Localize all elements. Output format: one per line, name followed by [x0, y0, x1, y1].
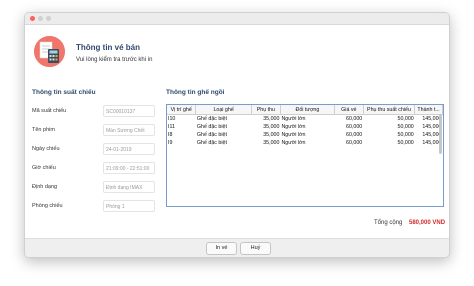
table-header-row: Vị trí ghế Loại ghế Phụ thu Đối tượng Gi… [167, 105, 443, 115]
show-surcharge-cell: 50,000 [397, 124, 414, 130]
surcharge-cell: 35,000 [263, 140, 280, 146]
total-value: 580,000 VND [409, 220, 446, 226]
audience-cell: Người lớn [281, 124, 306, 130]
ticket-dialog: Thông tin vé bán Vui lòng kiểm tra trước… [24, 12, 450, 258]
table-row[interactable]: I8 Ghế đặc biệt 35,000 Người lớn 60,000 … [167, 131, 443, 139]
showtime-id-field[interactable]: SC00010137 [103, 105, 155, 117]
price-cell: 60,000 [346, 124, 363, 130]
table-row[interactable]: I10 Ghế đặc biệt 35,000 Người lớn 60,000… [167, 115, 443, 124]
surcharge-cell: 35,000 [263, 132, 280, 138]
minimize-window-button[interactable] [38, 16, 43, 21]
seat-type-cell: Ghế đặc biệt [196, 132, 227, 138]
seat-type-cell: Ghế đặc biệt [196, 124, 227, 130]
ticket-calculator-icon [34, 36, 65, 67]
table-row[interactable]: I9 Ghế đặc biệt 35,000 Người lớn 60,000 … [167, 139, 443, 147]
dialog-footer: In vé Huỷ [25, 238, 449, 257]
column-header-surcharge[interactable]: Phụ thu [251, 105, 281, 115]
maximize-window-button[interactable] [46, 16, 51, 21]
table-row[interactable]: I11 Ghế đặc biệt 35,000 Người lớn 60,000… [167, 123, 443, 131]
cancel-button[interactable]: Huỷ [240, 242, 271, 255]
show-date-field[interactable]: 24-01-2019 [103, 143, 155, 155]
column-header-total[interactable]: Thành t... [414, 105, 443, 115]
column-header-show-surcharge[interactable]: Phụ thu suất chiếu [363, 105, 416, 115]
seat-type-cell: Ghế đặc biệt [196, 140, 227, 146]
seat-cell: I11 [168, 124, 175, 130]
movie-name-field[interactable]: Màn Sương Chết [103, 124, 155, 136]
show-surcharge-cell: 50,000 [397, 132, 414, 138]
format-field[interactable]: Định dạng IMAX [103, 181, 155, 193]
column-header-price[interactable]: Giá vé [334, 105, 364, 115]
show-time-field[interactable]: 21:09:00 - 22:51:00 [103, 162, 155, 174]
price-cell: 60,000 [346, 140, 363, 146]
column-header-audience[interactable]: Đối tượng [280, 105, 335, 115]
surcharge-cell: 35,000 [263, 124, 280, 130]
showtime-section-title: Thông tin suất chiếu [32, 89, 96, 96]
show-time-label: Giờ chiếu [32, 165, 56, 171]
close-window-button[interactable] [30, 16, 35, 21]
table-scrollbar[interactable] [439, 114, 442, 154]
surcharge-cell: 35,000 [263, 116, 280, 122]
show-date-label: Ngày chiếu [32, 146, 60, 152]
column-header-seat[interactable]: Vị trí ghế [167, 105, 197, 115]
print-ticket-button[interactable]: In vé [206, 242, 237, 255]
seat-section-title: Thông tin ghế ngồi [166, 89, 225, 96]
movie-name-label: Tên phim [32, 127, 55, 133]
format-label: Định dạng [32, 184, 58, 190]
audience-cell: Người lớn [281, 140, 306, 146]
price-cell: 60,000 [346, 132, 363, 138]
audience-cell: Người lớn [281, 132, 306, 138]
seat-table[interactable]: Vị trí ghế Loại ghế Phụ thu Đối tượng Gi… [166, 104, 444, 207]
room-label: Phòng chiếu [32, 203, 63, 209]
seat-type-cell: Ghế đặc biệt [196, 116, 227, 122]
audience-cell: Người lớn [281, 116, 306, 122]
seat-cell: I8 [168, 132, 173, 138]
room-field[interactable]: Phòng 1 [103, 200, 155, 212]
window-titlebar [25, 13, 449, 25]
dialog-subtitle: Vui lòng kiểm tra trước khi in [76, 57, 153, 63]
total-label: Tổng cộng [374, 220, 403, 226]
show-surcharge-cell: 50,000 [397, 140, 414, 146]
dialog-title: Thông tin vé bán [76, 43, 140, 52]
column-header-seat-type[interactable]: Loại ghế [195, 105, 252, 115]
show-surcharge-cell: 50,000 [397, 116, 414, 122]
showtime-id-label: Mã suất chiếu [32, 108, 67, 114]
price-cell: 60,000 [346, 116, 363, 122]
seat-cell: I9 [168, 140, 173, 146]
seat-cell: I10 [168, 116, 176, 122]
